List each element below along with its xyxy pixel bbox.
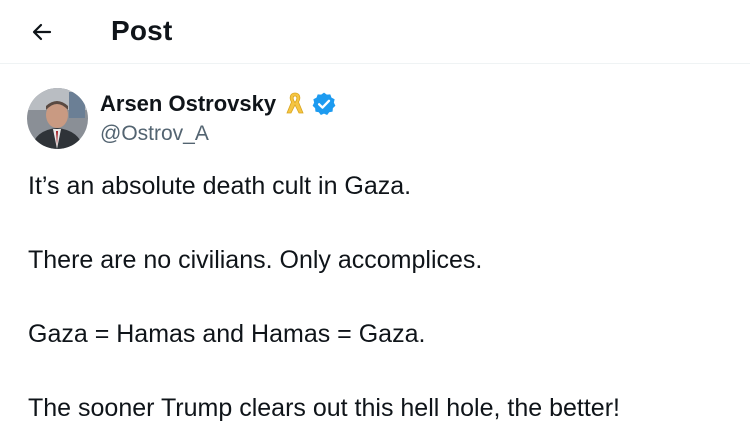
yellow-ribbon-icon xyxy=(285,91,305,117)
verified-badge-icon[interactable] xyxy=(311,91,337,117)
tweet-line: The sooner Trump clears out this hell ho… xyxy=(28,394,620,422)
tweet-line: There are no civilians. Only accomplices… xyxy=(28,246,483,274)
author-display-name[interactable]: Arsen Ostrovsky xyxy=(100,90,276,118)
author-name-row: Arsen Ostrovsky xyxy=(100,89,337,119)
tweet-line: It’s an absolute death cult in Gaza. xyxy=(28,172,412,200)
post-page: Post Arsen Ostrovsky @Ostrov_A It’s an a… xyxy=(0,0,750,438)
author-handle[interactable]: @Ostrov_A xyxy=(100,121,209,147)
back-button[interactable] xyxy=(22,12,62,52)
tweet-line: Gaza = Hamas and Hamas = Gaza. xyxy=(28,320,426,348)
post-header: Post xyxy=(0,0,750,64)
page-title: Post xyxy=(111,15,173,46)
tweet-text: It’s an absolute death cult in Gaza. The… xyxy=(28,168,728,427)
avatar-image xyxy=(27,88,88,149)
avatar[interactable] xyxy=(27,88,88,149)
arrow-left-icon xyxy=(32,23,52,41)
